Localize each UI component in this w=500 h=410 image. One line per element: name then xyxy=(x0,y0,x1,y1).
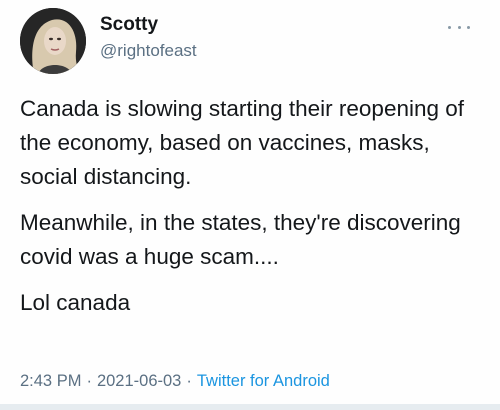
profile-photo xyxy=(20,8,86,74)
tweet-date[interactable]: 2021-06-03 xyxy=(97,372,181,390)
author-name[interactable]: Scotty xyxy=(100,14,158,36)
tweet-text: Canada is slowing starting their reopeni… xyxy=(20,92,488,332)
tweet-metadata: 2:43 PM · 2021-06-03 · Twitter for Android xyxy=(20,371,330,391)
meta-separator: · xyxy=(186,372,192,390)
meta-separator: · xyxy=(86,372,92,390)
tweet-time[interactable]: 2:43 PM xyxy=(20,372,81,390)
more-options-icon[interactable] xyxy=(448,22,470,32)
more-dot xyxy=(457,25,461,29)
bottom-divider xyxy=(0,404,500,410)
tweet-paragraph: Canada is slowing starting their reopeni… xyxy=(20,96,465,189)
tweet-paragraph: Lol canada xyxy=(20,290,131,315)
tweet-source-link[interactable]: Twitter for Android xyxy=(197,372,330,390)
more-dot xyxy=(448,25,451,29)
more-dot xyxy=(467,25,470,29)
tweet-card: Scotty @rightofeast Canada is slowing st… xyxy=(0,0,500,410)
avatar[interactable] xyxy=(20,8,86,74)
tweet-paragraph: Meanwhile, in the states, they're discov… xyxy=(20,210,461,269)
author-handle[interactable]: @rightofeast xyxy=(100,41,197,61)
